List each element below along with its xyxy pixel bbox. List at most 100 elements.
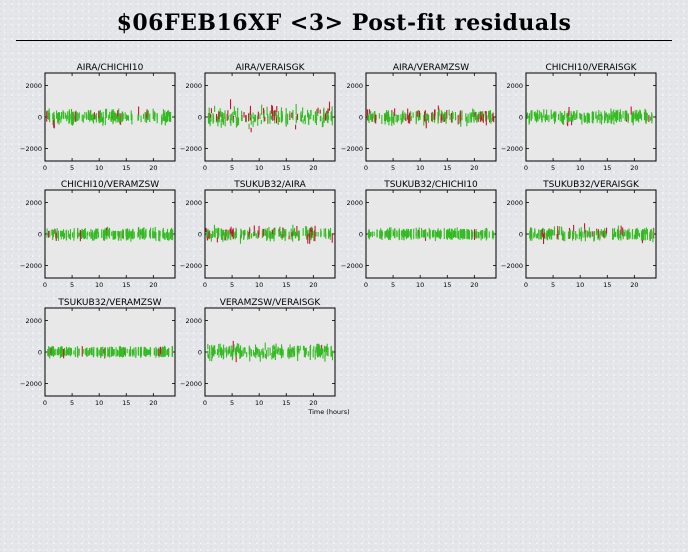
panel-title: CHICHI10/VERAMZSW (61, 180, 159, 190)
x-tick-label: 10 (255, 164, 263, 172)
y-tick-label: 0 (519, 114, 523, 122)
x-tick-label: 20 (309, 399, 317, 407)
x-tick-label: 20 (470, 281, 478, 289)
chart-panel: AIRA/CHICHI10 2000 0 −2000 0 5 10 15 20 (20, 63, 176, 172)
x-tick-label: 15 (122, 281, 130, 289)
panel-title: TSUKUB32/VERAMZSW (57, 298, 161, 308)
x-axis-label: Time (hours) (307, 408, 349, 416)
x-tick-label: 0 (364, 164, 368, 172)
x-tick-label: 0 (364, 281, 368, 289)
y-tick-label: −2000 (501, 145, 523, 153)
x-tick-label: 15 (603, 281, 611, 289)
y-tick-label: 0 (38, 114, 42, 122)
x-tick-label: 10 (95, 281, 103, 289)
x-tick-label: 5 (230, 281, 234, 289)
x-tick-label: 15 (443, 164, 451, 172)
panel-title: TSUKUB32/CHICHI10 (383, 180, 478, 190)
x-tick-label: 0 (43, 164, 47, 172)
x-tick-label: 20 (309, 281, 317, 289)
chart-panel: TSUKUB32/CHICHI10 2000 0 −2000 0 5 10 15 20 (341, 180, 497, 289)
x-tick-label: 15 (282, 281, 290, 289)
x-tick-label: 10 (95, 399, 103, 407)
y-tick-label: 2000 (346, 199, 363, 207)
x-tick-label: 20 (149, 399, 157, 407)
x-tick-label: 15 (122, 399, 130, 407)
x-tick-label: 5 (391, 281, 395, 289)
x-tick-label: 15 (282, 164, 290, 172)
y-tick-label: 2000 (506, 199, 523, 207)
y-tick-label: −2000 (180, 145, 202, 153)
panel-title: VERAMZSW/VERAISGK (220, 298, 322, 308)
x-tick-label: 20 (630, 281, 638, 289)
x-tick-label: 10 (416, 164, 424, 172)
panel-title: AIRA/CHICHI10 (77, 63, 144, 73)
x-tick-label: 10 (576, 164, 584, 172)
y-tick-label: −2000 (180, 380, 202, 388)
chart-panel: TSUKUB32/AIRA 2000 0 −2000 0 5 10 15 20 (180, 180, 336, 289)
x-tick-label: 5 (551, 281, 555, 289)
x-tick-label: 10 (95, 164, 103, 172)
x-tick-label: 0 (203, 399, 207, 407)
y-tick-label: 2000 (25, 199, 42, 207)
x-tick-label: 10 (576, 281, 584, 289)
y-tick-label: 2000 (185, 82, 202, 90)
x-tick-label: 0 (524, 281, 528, 289)
x-tick-label: 20 (309, 164, 317, 172)
y-tick-label: −2000 (501, 262, 523, 270)
x-tick-label: 10 (416, 281, 424, 289)
y-tick-label: −2000 (180, 262, 202, 270)
panel-title: TSUKUB32/VERAISGK (542, 180, 640, 190)
residual-plots: AIRA/CHICHI1020000−20000 5 10 15 20AIRA/VERA… (20, 63, 657, 416)
chart-panel: TSUKUB32/VERAISGK 2000 0 −2000 0 5 10 15 20 (501, 180, 657, 289)
y-tick-label: 0 (38, 231, 42, 239)
y-tick-label: −2000 (20, 262, 42, 270)
x-tick-label: 5 (70, 399, 74, 407)
y-tick-label: 2000 (25, 317, 42, 325)
chart-panel: AIRA/VERAMZSW 2000 0 −2000 0 5 10 15 20 (341, 63, 497, 172)
x-tick-label: 15 (603, 164, 611, 172)
panel-title: TSUKUB32/AIRA (233, 180, 306, 190)
x-tick-label: 20 (470, 164, 478, 172)
x-tick-label: 0 (43, 281, 47, 289)
y-tick-label: −2000 (341, 262, 363, 270)
x-tick-label: 0 (43, 399, 47, 407)
y-tick-label: 2000 (346, 82, 363, 90)
y-tick-label: 0 (359, 114, 363, 122)
x-tick-label: 10 (255, 281, 263, 289)
panel-title: AIRA/VERAISGK (235, 63, 305, 73)
chart-panel: VERAMZSW/VERAISGK 2000 0 −2000 0 5 10 15 20 (180, 298, 336, 407)
x-tick-label: 20 (149, 164, 157, 172)
y-tick-label: 2000 (25, 82, 42, 90)
chart-panel: CHICHI10/VERAMZSW 2000 0 −2000 0 5 10 15 20 (20, 180, 176, 289)
x-tick-label: 20 (630, 164, 638, 172)
x-tick-label: 5 (70, 164, 74, 172)
y-tick-label: −2000 (341, 145, 363, 153)
y-tick-label: 2000 (506, 82, 523, 90)
x-tick-label: 15 (122, 164, 130, 172)
y-tick-label: 0 (519, 231, 523, 239)
x-tick-label: 0 (524, 164, 528, 172)
x-tick-label: 0 (203, 281, 207, 289)
y-tick-label: 0 (198, 114, 202, 122)
panel-title: CHICHI10/VERAISGK (545, 63, 637, 73)
y-tick-label: 0 (198, 231, 202, 239)
y-tick-label: 2000 (185, 199, 202, 207)
x-tick-label: 0 (203, 164, 207, 172)
chart-panel: AIRA/VERAISGK 2000 0 −2000 0 5 10 15 20 (180, 63, 336, 172)
x-tick-label: 20 (149, 281, 157, 289)
chart-panel: TSUKUB32/VERAMZSW 2000 0 −2000 0 5 10 15 20 (20, 298, 176, 407)
y-tick-label: −2000 (20, 380, 42, 388)
x-tick-label: 5 (70, 281, 74, 289)
x-tick-label: 5 (230, 399, 234, 407)
y-tick-label: −2000 (20, 145, 42, 153)
y-tick-label: 0 (38, 349, 42, 357)
y-tick-label: 0 (359, 231, 363, 239)
x-tick-label: 15 (443, 281, 451, 289)
x-tick-label: 15 (282, 399, 290, 407)
x-tick-label: 5 (551, 164, 555, 172)
y-tick-label: 0 (198, 349, 202, 357)
y-tick-label: 2000 (185, 317, 202, 325)
x-tick-label: 5 (391, 164, 395, 172)
chart-panel: CHICHI10/VERAISGK 2000 0 −2000 0 5 10 15 20 (501, 63, 657, 172)
x-tick-label: 10 (255, 399, 263, 407)
